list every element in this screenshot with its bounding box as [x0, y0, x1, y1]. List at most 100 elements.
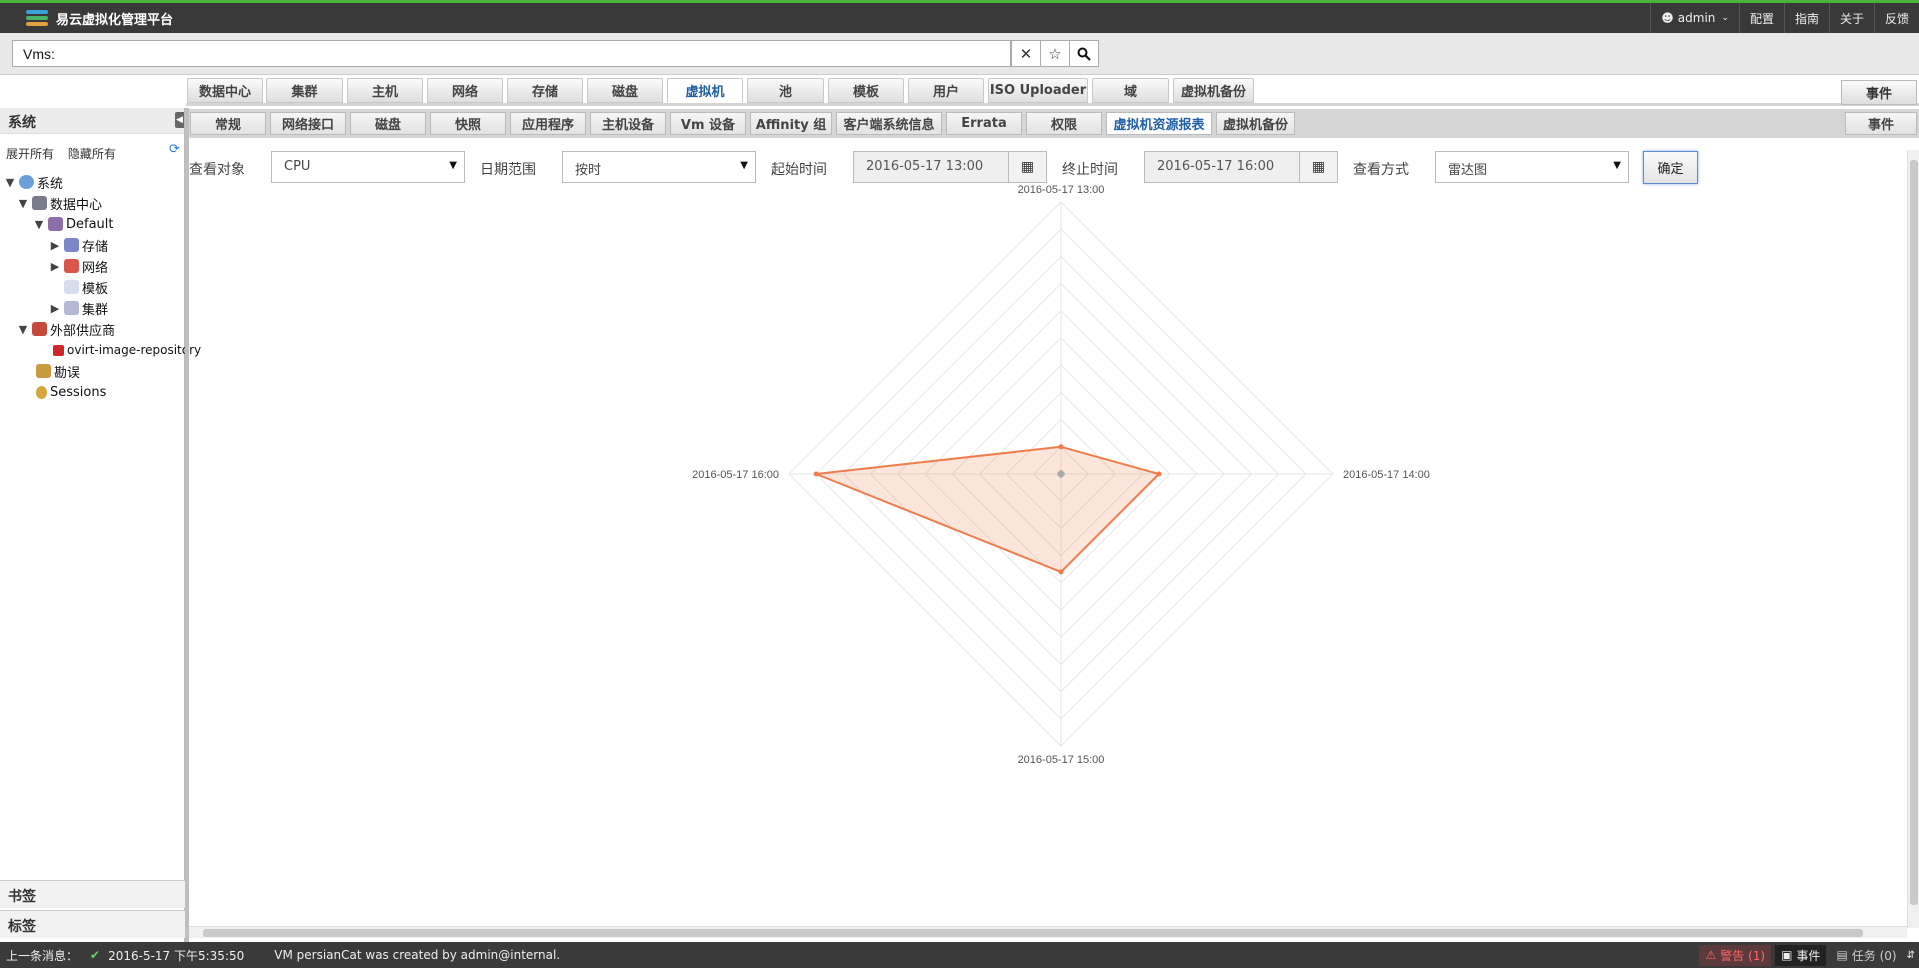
subtab-vm-resource-report[interactable]: 虚拟机资源报表: [1106, 112, 1212, 135]
object-select[interactable]: CPU ▼: [271, 151, 465, 183]
datacenter-icon: [48, 217, 63, 231]
end-time-field[interactable]: 2016-05-17 16:00 ▦: [1144, 151, 1338, 183]
alerts-button[interactable]: ⚠ 警告 (1): [1699, 944, 1772, 966]
menu-about[interactable]: 关于: [1828, 3, 1874, 33]
tab-networks[interactable]: 网络: [427, 78, 503, 103]
expanded-arrow-icon: ▼: [18, 196, 28, 210]
refresh-icon[interactable]: ⟳: [169, 142, 180, 157]
object-select-value: CPU: [284, 159, 311, 174]
cluster-icon: [64, 301, 79, 315]
subtab-applications[interactable]: 应用程序: [510, 112, 586, 135]
datacenter-icon: [32, 196, 47, 210]
tab-pools[interactable]: 池: [747, 78, 824, 103]
star-icon: ☆: [1048, 44, 1062, 63]
tree-item-datacenters[interactable]: ▼ 数据中心: [17, 193, 102, 213]
tree-item-system[interactable]: ▼ 系统: [4, 172, 63, 192]
confirm-button[interactable]: 确定: [1643, 151, 1698, 184]
tab-iso-uploader[interactable]: ISO Uploader: [988, 78, 1088, 103]
tasks-label: 任务 (0): [1851, 948, 1897, 963]
radar-grid-ring: [1033, 446, 1089, 502]
calendar-icon[interactable]: ▦: [1008, 152, 1046, 182]
clear-search-button[interactable]: ✕: [1011, 40, 1041, 67]
calendar-icon[interactable]: ▦: [1299, 152, 1337, 182]
tree-item-storage[interactable]: ▶ 存储: [49, 235, 108, 255]
user-icon: ☻: [1661, 11, 1674, 25]
expanded-arrow-icon: ▼: [5, 175, 15, 189]
collapse-all-link[interactable]: 隐藏所有: [68, 147, 116, 161]
radar-grid-ring: [951, 364, 1171, 584]
tree-item-default[interactable]: ▼ Default: [33, 214, 114, 234]
tab-vms[interactable]: 虚拟机: [667, 78, 743, 103]
date-range-select[interactable]: 按时 ▼: [562, 151, 756, 183]
tab-storage[interactable]: 存储: [507, 78, 583, 103]
start-time-field[interactable]: 2016-05-17 13:00 ▦: [853, 151, 1047, 183]
menu-guide[interactable]: 指南: [1783, 3, 1829, 33]
radar-grid-ring: [788, 201, 1334, 747]
sidebar-splitter[interactable]: [185, 108, 189, 942]
tree-item-errata[interactable]: 勘误: [33, 361, 80, 381]
tree-item-sessions[interactable]: Sessions: [33, 382, 106, 402]
subtab-network-interfaces[interactable]: 网络接口: [270, 112, 346, 135]
tab-users[interactable]: 用户: [908, 78, 984, 103]
tree-item-clusters[interactable]: ▶ 集群: [49, 298, 108, 318]
collapsed-arrow-icon: ▶: [50, 301, 60, 315]
expanded-arrow-icon: ▼: [18, 322, 28, 336]
search-input[interactable]: [12, 40, 1011, 67]
view-mode-select[interactable]: 雷达图 ▼: [1435, 151, 1629, 183]
tab-templates[interactable]: 模板: [828, 78, 904, 103]
tab-clusters[interactable]: 集群: [266, 78, 343, 103]
bookmark-search-button[interactable]: ☆: [1040, 40, 1070, 67]
subtab-disks[interactable]: 磁盘: [350, 112, 426, 135]
sidebar-title-text: 系统: [8, 115, 36, 131]
subtab-permissions[interactable]: 权限: [1026, 112, 1102, 135]
radar-axis-label: 2016-05-17 16:00: [692, 469, 779, 481]
tree-label: 存储: [82, 239, 109, 255]
tree-item-ovirt-image-repository[interactable]: ovirt-image-repository: [50, 340, 201, 360]
tab-domains[interactable]: 域: [1092, 78, 1169, 103]
start-time-label: 起始时间: [771, 162, 827, 178]
subtab-host-devices[interactable]: 主机设备: [590, 112, 666, 135]
tree-item-networks[interactable]: ▶ 网络: [49, 256, 108, 276]
menu-config[interactable]: 配置: [1738, 3, 1784, 33]
sub-events-button[interactable]: 事件: [1845, 112, 1917, 135]
horizontal-scroll-thumb[interactable]: [203, 929, 1863, 937]
tags-panel[interactable]: 标签: [0, 910, 185, 938]
events-status-button[interactable]: ▣ 事件: [1775, 944, 1827, 966]
tab-hosts[interactable]: 主机: [347, 78, 423, 103]
tree-label: 网络: [82, 260, 109, 276]
subtab-vm-devices[interactable]: Vm 设备: [670, 112, 746, 135]
tab-disks[interactable]: 磁盘: [587, 78, 663, 103]
tasks-button[interactable]: ▤ 任务 (0): [1830, 945, 1902, 966]
dropdown-arrow-icon: ▼: [449, 160, 457, 171]
radar-data-point: [1058, 470, 1064, 476]
bookmarks-panel[interactable]: 书签: [0, 880, 185, 908]
tree-item-templates[interactable]: 模板: [61, 277, 108, 297]
expand-all-link[interactable]: 展开所有: [6, 147, 54, 161]
subtab-snapshots[interactable]: 快照: [430, 112, 506, 135]
subtab-general[interactable]: 常规: [190, 112, 266, 135]
tab-vm-backup[interactable]: 虚拟机备份: [1173, 78, 1254, 103]
search-button[interactable]: [1069, 40, 1099, 67]
storage-icon: [64, 238, 79, 252]
provider-icon: [32, 322, 47, 336]
vertical-scroll-thumb[interactable]: [1910, 160, 1918, 905]
app-header: 易云虚拟化管理平台 ☻ admin ⌄ 配置 指南 关于 反馈: [0, 3, 1919, 33]
subtab-guest-info[interactable]: 客户端系统信息: [836, 112, 942, 135]
subtab-errata[interactable]: Errata: [946, 112, 1022, 135]
radar-grid-ring: [897, 310, 1225, 638]
radar-grid-ring: [978, 391, 1144, 557]
subtab-vm-backup[interactable]: 虚拟机备份: [1216, 112, 1295, 135]
radar-axis-label: 2016-05-17 15:00: [1018, 754, 1105, 766]
resize-arrows-icon[interactable]: ⇵: [1907, 950, 1915, 961]
alerts-label: 警告 (1): [1720, 948, 1766, 963]
collapse-sidebar-icon[interactable]: ◀: [175, 112, 184, 128]
vertical-scrollbar[interactable]: [1907, 150, 1919, 928]
horizontal-scrollbar[interactable]: [189, 926, 1907, 938]
menu-feedback[interactable]: 反馈: [1873, 3, 1919, 33]
subtab-affinity-groups[interactable]: Affinity 组: [750, 112, 832, 135]
user-menu[interactable]: ☻ admin ⌄: [1650, 3, 1739, 33]
tab-datacenters[interactable]: 数据中心: [187, 78, 263, 103]
main-events-button[interactable]: 事件: [1841, 80, 1917, 105]
tree-item-providers[interactable]: ▼ 外部供应商: [17, 319, 115, 339]
end-time-label: 终止时间: [1062, 162, 1118, 178]
